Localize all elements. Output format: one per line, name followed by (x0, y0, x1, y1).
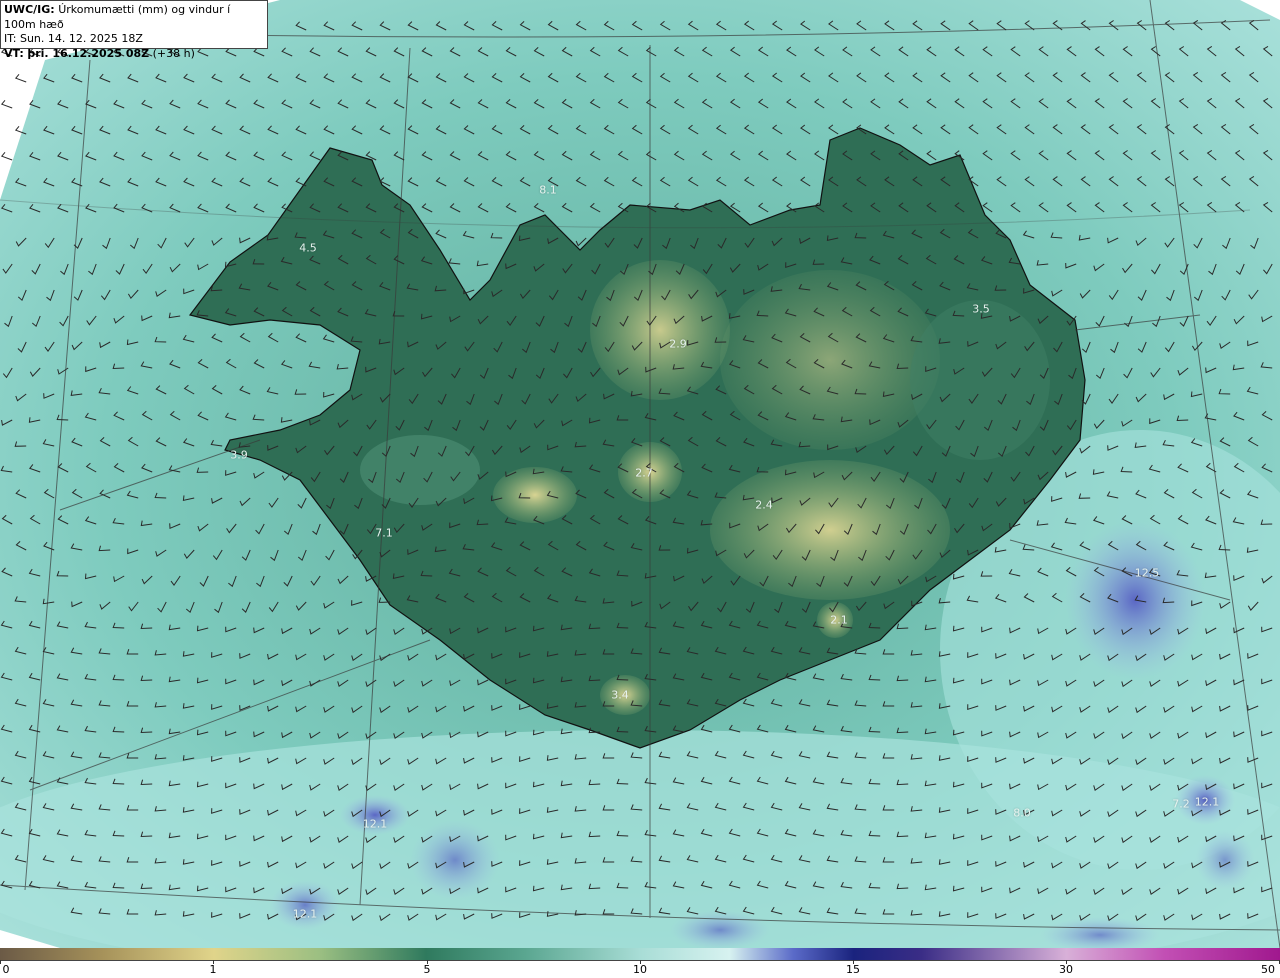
value-label-langjokull: 2.7 (635, 466, 653, 480)
value-label-vatnajokull: 2.4 (755, 498, 773, 512)
value-label-reykjanes: 7.1 (375, 526, 393, 540)
info-title-line: UWC/IG: Úrkomumætti (mm) og vindur í 100… (4, 3, 264, 32)
value-label-north-sea: 8.1 (539, 183, 557, 197)
init-time: IT: Sun. 14. 12. 2025 18Z (4, 32, 143, 45)
wind-barb (14, 73, 27, 83)
lead-time: (+38 h) (152, 46, 195, 60)
colorbar-tick-mark (0, 960, 1, 964)
precipitation-colorbar: 0 1 5 10 15 30 50 (0, 948, 1280, 978)
valid-time: þri. 16.12.2025 08Z (27, 46, 150, 60)
wind-barb (0, 99, 13, 109)
wind-barb (0, 151, 13, 161)
value-label-s-sea: 8.0 (1013, 806, 1031, 820)
value-label-oraefajokull: 2.1 (830, 613, 848, 627)
valid-prefix: VT: (4, 46, 24, 60)
value-label-myrdalsjokull: 3.4 (611, 688, 629, 702)
colorbar-tick-0: 0 (2, 963, 10, 976)
map-area[interactable]: 4.5 8.1 2.9 3.5 3.9 2.7 2.4 7.1 2.1 3.4 … (0, 0, 1280, 948)
colorbar-tick-15: 15 (846, 963, 860, 976)
valid-time-line: VT: þri. 16.12.2025 08Z (+38 h) (4, 47, 264, 62)
colorbar-tick-10: 10 (633, 963, 647, 976)
value-label-sw-sea-a: 12.1 (362, 817, 388, 831)
colorbar-tick-1: 1 (209, 963, 217, 976)
value-label-westfjords: 4.5 (299, 241, 317, 255)
value-label-se-sea: 12.5 (1134, 566, 1160, 580)
colorbar-tick-5: 5 (423, 963, 431, 976)
value-label-sw-sea-b: 12.1 (292, 907, 318, 921)
forecast-info-box: UWC/IG: Úrkomumætti (mm) og vindur í 100… (0, 0, 268, 60)
value-label-east: 3.5 (972, 302, 990, 316)
value-label-north-central: 2.9 (669, 337, 687, 351)
colorbar-tick-30: 30 (1059, 963, 1073, 976)
colorbar-tick-50: 50 (1261, 963, 1275, 976)
value-label-se-sea-b: 7.2 (1172, 797, 1190, 811)
model-name: UWC/IG: (4, 3, 55, 16)
value-label-se-sea-c: 12.1 (1194, 795, 1220, 809)
value-label-snaefellsnes: 3.9 (230, 448, 248, 462)
